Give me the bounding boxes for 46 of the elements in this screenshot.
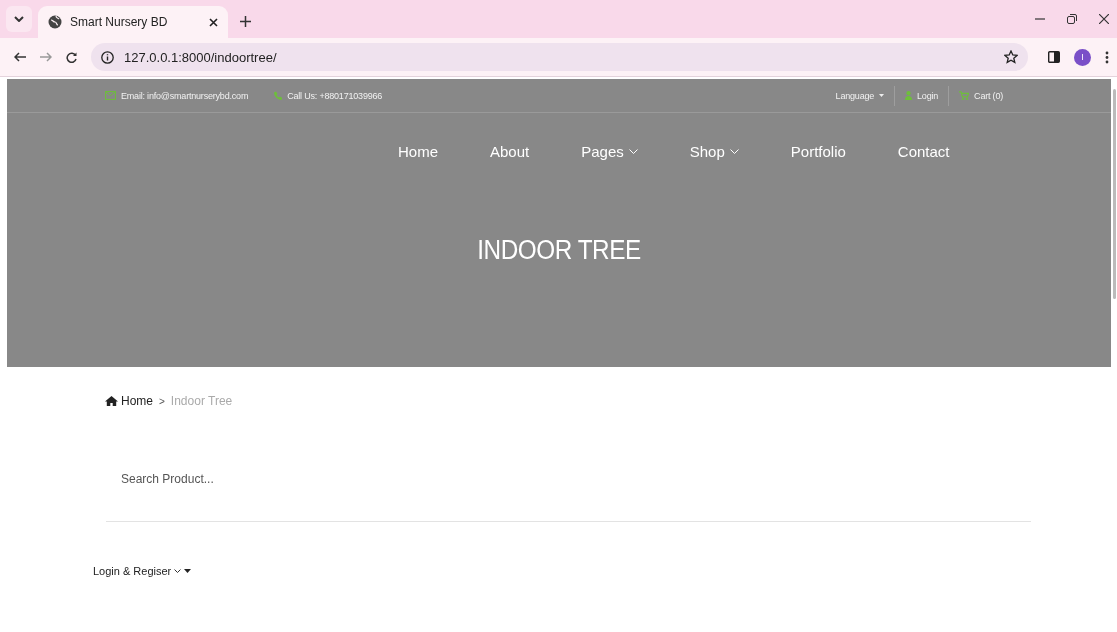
restore-icon[interactable] bbox=[1067, 14, 1077, 24]
globe-icon bbox=[48, 15, 62, 29]
account-dropdown[interactable]: Login & Regiser bbox=[93, 565, 192, 577]
back-arrow-icon[interactable] bbox=[14, 52, 26, 62]
forward-arrow-icon[interactable] bbox=[40, 52, 52, 62]
envelope-icon bbox=[105, 91, 116, 100]
tab-title: Smart Nursery BD bbox=[70, 15, 169, 29]
user-icon bbox=[905, 91, 913, 100]
profile-avatar[interactable]: I bbox=[1074, 48, 1091, 66]
caret-down-icon bbox=[184, 569, 192, 573]
reload-icon[interactable] bbox=[66, 51, 77, 63]
close-icon[interactable] bbox=[209, 17, 218, 27]
nav-link[interactable]: Pages bbox=[581, 142, 638, 160]
nav-link[interactable]: Contact bbox=[897, 142, 950, 160]
chevron-down-icon bbox=[174, 569, 182, 573]
more-menu-icon[interactable] bbox=[1105, 50, 1109, 64]
language-dropdown[interactable]: Language bbox=[835, 90, 875, 101]
nav-link[interactable]: Portfolio bbox=[790, 142, 846, 160]
nav-link[interactable]: Home bbox=[398, 142, 438, 160]
breadcrumb-link[interactable]: Home bbox=[121, 394, 153, 408]
phone-text: Call Us: +880171039966 bbox=[287, 90, 383, 101]
login-link[interactable]: Login bbox=[917, 90, 939, 101]
cart-link[interactable]: Cart (0) bbox=[974, 90, 1003, 101]
star-icon[interactable] bbox=[1004, 50, 1018, 64]
nav-link[interactable]: Shop bbox=[689, 142, 739, 160]
chevron-down-icon bbox=[729, 148, 739, 154]
browser-tab[interactable]: Smart Nursery BD bbox=[38, 6, 228, 38]
close-icon[interactable] bbox=[1099, 14, 1109, 24]
chevron-down-icon bbox=[14, 16, 24, 22]
scrollbar-thumb[interactable] bbox=[1113, 89, 1116, 299]
address-bar[interactable]: 127.0.0.1:8000/indoortree/ bbox=[91, 43, 1028, 71]
home-icon bbox=[105, 396, 118, 406]
phone-icon bbox=[273, 91, 283, 100]
side-panel-icon[interactable] bbox=[1048, 51, 1060, 63]
new-tab-icon[interactable] bbox=[240, 16, 251, 27]
info-icon bbox=[101, 50, 114, 64]
tab-list-button[interactable] bbox=[6, 6, 32, 32]
url-text: 127.0.0.1:8000/indoortree/ bbox=[124, 49, 278, 65]
breadcrumb-current: Indoor Tree bbox=[170, 394, 233, 408]
chevron-down-icon bbox=[628, 148, 638, 154]
email-text: Email: info@smartnurserybd.com bbox=[121, 90, 249, 101]
breadcrumb-separator: > bbox=[159, 395, 165, 407]
page-title: INDOOR TREE bbox=[476, 235, 642, 266]
cart-icon bbox=[959, 91, 970, 100]
nav-link[interactable]: About bbox=[490, 142, 530, 160]
caret-down-icon bbox=[879, 94, 885, 97]
